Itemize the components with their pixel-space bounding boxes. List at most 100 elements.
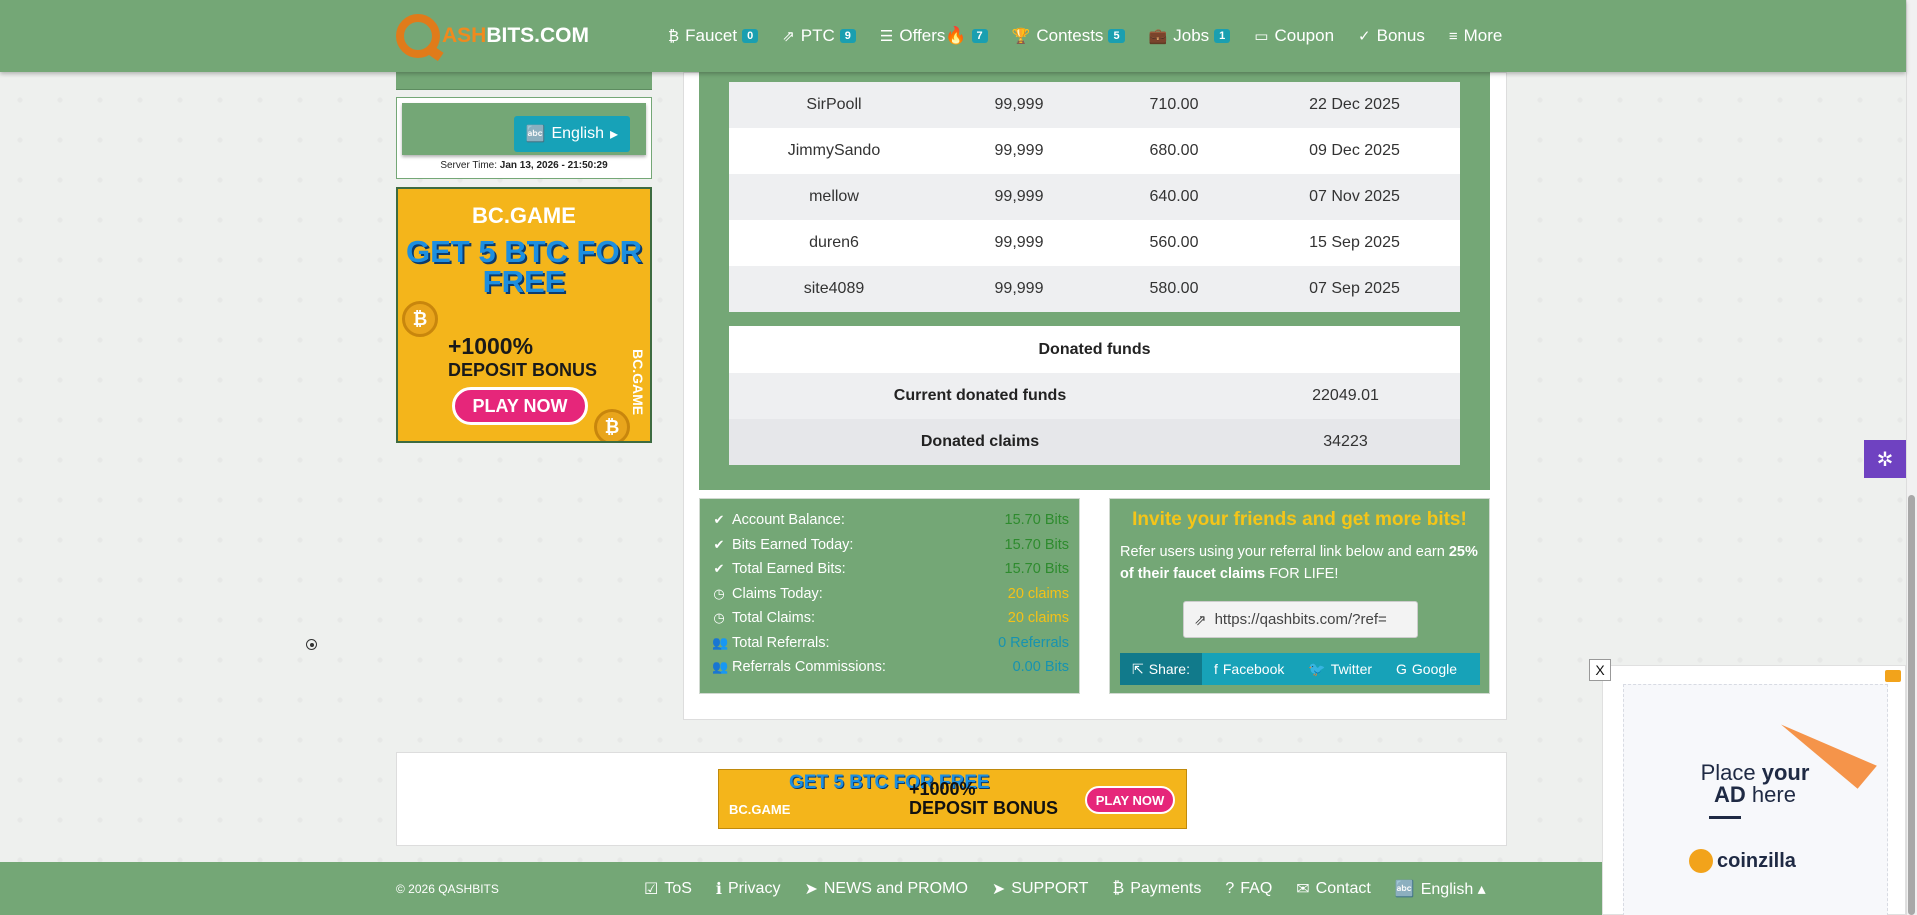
language-label: English [551, 125, 604, 142]
cell-value: 99,999 [994, 234, 1044, 251]
footer-links: ☑ ToS ℹ Privacy ➤ NEWS and PROMO ➤ SUPPORT ₿… [644, 862, 1486, 915]
nav-label: Faucet [685, 26, 738, 45]
stat-value: 0.00 Bits [1012, 659, 1069, 676]
language-icon: 🔤 [525, 126, 546, 143]
cell-amount: 640.00 [1149, 188, 1199, 205]
ad-bonus-text: DEPOSIT BONUS [448, 360, 598, 380]
ad-vertical-brand: BC.GAME [630, 349, 646, 416]
share-facebook-button[interactable]: f Facebook [1202, 661, 1296, 677]
users-icon: 👥 [712, 659, 729, 675]
stat-label: Total Earned Bits: [732, 561, 846, 578]
nav-jobs[interactable]: 💼 Jobs 1 [1149, 26, 1231, 46]
nav-coupon[interactable]: ▭ Coupon [1254, 26, 1334, 46]
cell-amount: 680.00 [1149, 142, 1199, 159]
server-time: Server Time: Jan 13, 2026 - 21:50:29 [397, 160, 651, 171]
footer-link-faq[interactable]: ? FAQ [1225, 880, 1272, 898]
current-donated-value: 22049.01 [1312, 387, 1379, 404]
footer-link-label: Payments [1130, 879, 1202, 897]
share-icon: ⇱ [1132, 660, 1144, 677]
share-twitter-button[interactable]: 🐦 Twitter [1296, 661, 1384, 678]
hamburger-icon: ≡ [1448, 27, 1458, 45]
nav-offers[interactable]: ☰ Offers🔥 7 [880, 26, 988, 46]
server-time-label: Server Time: [440, 160, 498, 171]
leaderboard-table: SirPooll 99,999 710.00 22 Dec 2025 Jimmy… [729, 82, 1460, 312]
nav-more[interactable]: ≡ More [1449, 26, 1503, 46]
nav-contests[interactable]: 🏆 Contests 5 [1012, 26, 1125, 46]
account-stats-panel: ✔ Account Balance: 15.70 Bits ✔ Bits Earne… [699, 498, 1080, 694]
site-logo[interactable]: ASHBITS.COM [396, 12, 589, 60]
coinzilla-brand-text: coinzilla [1717, 849, 1796, 872]
ad-choice-icon[interactable] [1885, 670, 1901, 682]
external-link-icon: ⇗ [782, 28, 795, 45]
invite-title: Invite your friends and get more bits! [1132, 509, 1467, 530]
here-text: here [1745, 782, 1796, 807]
ad-bonus: +1000% DEPOSIT BONUS [448, 335, 597, 381]
footer-language-selector[interactable]: 🔤 English ▴ [1395, 879, 1486, 899]
ad-bonus-pct: +1000% [909, 779, 976, 799]
nav-label: Jobs [1173, 26, 1210, 45]
stat-value: 0 Referrals [998, 634, 1069, 651]
question-icon: ? [1225, 879, 1235, 897]
referral-link-input[interactable]: ⇗ https://qashbits.com/?ref= [1183, 601, 1418, 638]
briefcase-icon: 💼 [1148, 28, 1168, 45]
footer-link-contact[interactable]: ✉ Contact [1296, 879, 1371, 899]
ad-brand: BC.GAME [729, 802, 791, 817]
nav-label: Offers🔥 [899, 26, 967, 45]
donated-funds-table: Donated funds Current donated funds 2204… [729, 326, 1460, 465]
table-row: site4089 99,999 580.00 07 Sep 2025 [729, 266, 1460, 312]
share-label: ⇱ Share: [1120, 653, 1202, 685]
stat-label: Referrals Commissions: [732, 659, 886, 676]
ad-play-now-button[interactable]: PLAY NOW [452, 387, 588, 425]
external-link-icon: ⇗ [1194, 611, 1207, 629]
check-circle-icon: ✔ [713, 536, 725, 552]
copyright: © 2026 QASHBITS [396, 882, 499, 896]
bitcoin-icon: ₿ [1112, 879, 1125, 897]
nav-ptc[interactable]: ⇗ PTC 9 [782, 26, 856, 46]
cell-user: JimmySando [787, 142, 881, 159]
cell-user: mellow [809, 188, 859, 205]
cell-amount: 580.00 [1149, 280, 1199, 297]
coinzilla-logo-icon [1689, 849, 1713, 873]
share-google-button[interactable]: G Google [1384, 661, 1469, 677]
footer-link-support[interactable]: ➤ SUPPORT [992, 879, 1088, 899]
main-nav: ₿ Faucet 0 ⇗ PTC 9 ☰ Offers🔥 7 🏆 Contests 5 💼 Job… [668, 0, 1502, 72]
footer-link-privacy[interactable]: ℹ Privacy [716, 879, 781, 899]
ad-headline: GET 5 BTC FOR FREE [406, 234, 642, 299]
ad-play-now-button[interactable]: PLAY NOW [1085, 786, 1175, 814]
coinzilla-ad[interactable]: Place your AD here coinzilla [1602, 663, 1910, 915]
language-button[interactable]: 🔤 English ▸ [513, 116, 630, 152]
footer-link-payments[interactable]: ₿ Payments [1112, 880, 1201, 898]
current-donated-label: Current donated funds [893, 387, 1067, 404]
stat-referral-commissions: 👥 Referrals Commissions: 0.00 Bits [712, 655, 1069, 680]
cell-amount: 710.00 [1149, 96, 1199, 113]
stat-value: 15.70 Bits [1004, 512, 1070, 529]
cell-value: 99,999 [994, 188, 1044, 205]
server-time-value: Jan 13, 2026 - 21:50:29 [499, 160, 608, 171]
floating-widget-button[interactable]: ✲ [1864, 440, 1906, 478]
logo-text-bits: BITS.COM [486, 24, 590, 47]
footer-link-tos[interactable]: ☑ ToS [644, 879, 692, 899]
coinzilla-close-button[interactable]: X [1589, 659, 1611, 681]
footer-link-news[interactable]: ➤ NEWS and PROMO [804, 879, 967, 899]
stat-account-balance: ✔ Account Balance: 15.70 Bits [712, 508, 1069, 533]
stat-bits-earned-today: ✔ Bits Earned Today: 15.70 Bits [712, 533, 1069, 558]
nav-badge: 0 [742, 29, 759, 43]
nav-faucet[interactable]: ₿ Faucet 0 [668, 26, 759, 46]
table-row: JimmySando 99,999 680.00 09 Dec 2025 [729, 128, 1460, 174]
footer-link-label: FAQ [1240, 879, 1273, 897]
invite-friends-panel: Invite your friends and get more bits! R… [1109, 498, 1490, 694]
cell-user: site4089 [803, 280, 865, 297]
nav-bonus[interactable]: ✓ Bonus [1358, 26, 1425, 46]
donated-claims-value: 34223 [1323, 433, 1368, 450]
stat-label: Claims Today: [732, 585, 823, 602]
referral-link-value[interactable]: https://qashbits.com/?ref= [1215, 611, 1387, 628]
scrollbar-thumb[interactable] [1908, 495, 1915, 915]
language-icon: 🔤 [1394, 880, 1415, 898]
stat-claims-today: ◷ Claims Today: 20 claims [712, 582, 1069, 607]
bottom-ad-banner[interactable]: BC.GAME GET 5 BTC FOR FREE +1000% DEPOSI… [718, 769, 1187, 829]
google-icon: G [1396, 661, 1407, 677]
clock-icon: ◷ [713, 585, 725, 601]
nav-label: Contests [1036, 26, 1104, 45]
sidebar-ad-banner[interactable]: BC.GAME GET 5 BTC FOR FREE ₿ +1000% DEPO… [396, 187, 652, 443]
trophy-icon: 🏆 [1011, 28, 1031, 45]
